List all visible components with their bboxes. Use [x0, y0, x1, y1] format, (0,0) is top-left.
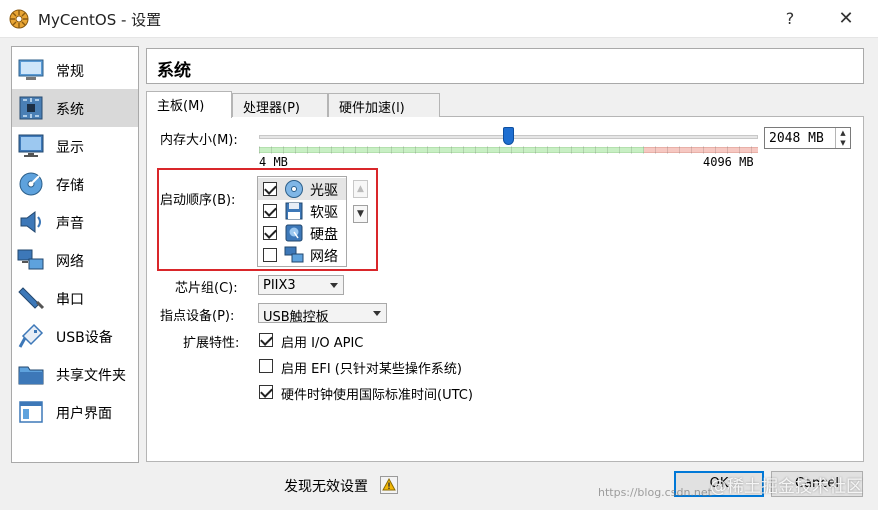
network-boot-icon — [284, 246, 304, 263]
page-title: 系统 — [157, 61, 191, 81]
sidebar-item-label: 网络 — [56, 254, 84, 270]
ioapic-checkbox[interactable] — [259, 333, 273, 347]
sidebar-item-label: 显示 — [56, 140, 84, 156]
pointing-device-label: 指点设备(P): — [160, 309, 235, 324]
title-bar: MyCentOS - 设置 ? ✕ — [0, 0, 878, 38]
utc-label[interactable]: 硬件时钟使用国际标准时间(UTC) — [281, 384, 473, 403]
section-header: 系统 — [146, 48, 864, 84]
memory-max-label: 4096 MB — [703, 155, 754, 169]
sidebar-item-network[interactable]: 网络 — [12, 241, 138, 279]
chevron-down-icon — [373, 311, 381, 316]
boot-item-floppy[interactable]: 软驱 — [258, 200, 346, 222]
watermark: https://blog.csdn.net @稀土掘金技术社区 — [598, 470, 876, 502]
sidebar-item-serial[interactable]: 串口 — [12, 279, 138, 317]
speaker-icon — [20, 211, 41, 233]
memory-slider-thumb[interactable] — [503, 127, 514, 145]
ioapic-label[interactable]: 启用 I/O APIC — [281, 332, 363, 351]
boot-item-checkbox[interactable] — [263, 248, 277, 262]
chipset-value: PIIX3 — [263, 278, 296, 293]
memory-scale-ticks — [259, 146, 758, 154]
sidebar-item-label: 串口 — [56, 292, 84, 308]
move-down-button[interactable]: ▼ — [353, 205, 368, 223]
window-title: MyCentOS - 设置 — [38, 11, 162, 29]
spin-down-icon[interactable]: ▼ — [836, 138, 850, 148]
boot-item-label: 光驱 — [310, 183, 338, 199]
shared-folder-icon — [18, 366, 44, 385]
chipset-label: 芯片组(C): — [175, 281, 238, 296]
network-icon — [17, 249, 44, 270]
pointing-device-select[interactable]: USB触控板 — [258, 303, 387, 325]
display-icon — [18, 134, 44, 157]
sidebar-item-user-interface[interactable]: 用户界面 — [12, 393, 138, 431]
sidebar-item-shared-folders[interactable]: 共享文件夹 — [12, 355, 138, 393]
tab-motherboard[interactable]: 主板(M) — [146, 91, 232, 118]
sidebar-item-system[interactable]: 系统 — [12, 89, 138, 127]
help-button[interactable]: ? — [770, 4, 810, 34]
spin-up-icon[interactable]: ▲ — [836, 128, 850, 138]
boot-item-checkbox[interactable] — [263, 204, 277, 218]
warning-icon[interactable] — [380, 476, 398, 494]
boot-item-optical[interactable]: 光驱 — [258, 178, 346, 200]
sidebar-item-storage[interactable]: 存储 — [12, 165, 138, 203]
sidebar-item-label: 存储 — [56, 178, 84, 194]
boot-order-label: 启动顺序(B): — [160, 193, 236, 208]
boot-item-checkbox[interactable] — [263, 226, 277, 240]
pointing-device-value: USB触控板 — [263, 310, 329, 325]
tab-processor[interactable]: 处理器(P) — [232, 93, 328, 117]
sidebar-item-audio[interactable]: 声音 — [12, 203, 138, 241]
move-up-button[interactable]: ▲ — [353, 180, 368, 198]
floppy-icon — [285, 202, 303, 220]
sidebar-item-label: 声音 — [56, 216, 84, 232]
sidebar-item-label: 共享文件夹 — [56, 368, 126, 384]
serial-port-icon — [18, 287, 45, 310]
features-label: 扩展特性: — [183, 336, 240, 351]
sidebar-item-label: 用户界面 — [56, 406, 112, 422]
hard-disk-icon — [285, 224, 303, 242]
watermark-text: @稀土掘金技术社区 — [710, 477, 863, 497]
usb-icon — [18, 323, 44, 348]
storage-disk-icon — [19, 172, 43, 196]
sidebar-item-display[interactable]: 显示 — [12, 127, 138, 165]
boot-item-checkbox[interactable] — [263, 182, 277, 196]
close-button[interactable]: ✕ — [826, 4, 866, 34]
chevron-down-icon — [330, 283, 338, 288]
boot-item-network[interactable]: 网络 — [258, 244, 346, 266]
utc-checkbox[interactable] — [259, 385, 273, 399]
memory-min-label: 4 MB — [259, 155, 288, 169]
memory-spinbox[interactable]: 2048 MB ▲ ▼ — [764, 127, 851, 149]
watermark-url: https://blog.csdn.net — [598, 486, 712, 499]
sidebar-item-general[interactable]: 常规 — [12, 51, 138, 89]
memory-label: 内存大小(M): — [160, 133, 238, 148]
chipset-select[interactable]: PIIX3 — [258, 275, 344, 295]
boot-item-label: 硬盘 — [310, 227, 338, 243]
virtualbox-app-icon — [9, 9, 29, 29]
tab-acceleration[interactable]: 硬件加速(l) — [328, 93, 440, 117]
sidebar-item-label: 系统 — [56, 102, 84, 118]
efi-label[interactable]: 启用 EFI (只针对某些操作系统) — [281, 358, 462, 377]
memory-spin-buttons: ▲ ▼ — [835, 128, 850, 148]
sidebar-item-label: 常规 — [56, 64, 84, 80]
optical-drive-icon — [285, 180, 303, 198]
user-interface-icon — [19, 401, 43, 423]
boot-item-label: 软驱 — [310, 205, 338, 221]
boot-item-label: 网络 — [310, 249, 338, 265]
boot-item-hard-disk[interactable]: 硬盘 — [258, 222, 346, 244]
boot-order-list: 光驱 软驱 硬盘 网络 — [257, 176, 347, 267]
efi-checkbox[interactable] — [259, 359, 273, 373]
monitor-general-icon — [18, 59, 44, 80]
sidebar-item-usb[interactable]: USB设备 — [12, 317, 138, 355]
invalid-settings-text: 发现无效设置 — [284, 479, 368, 495]
motherboard-system-icon — [19, 96, 43, 120]
settings-sidebar: 常规 系统 显示 存储 声音 网络 串口 USB设备 共享文件夹 用户界面 — [11, 46, 139, 463]
memory-value[interactable]: 2048 MB — [769, 131, 824, 146]
sidebar-item-label: USB设备 — [56, 330, 113, 346]
